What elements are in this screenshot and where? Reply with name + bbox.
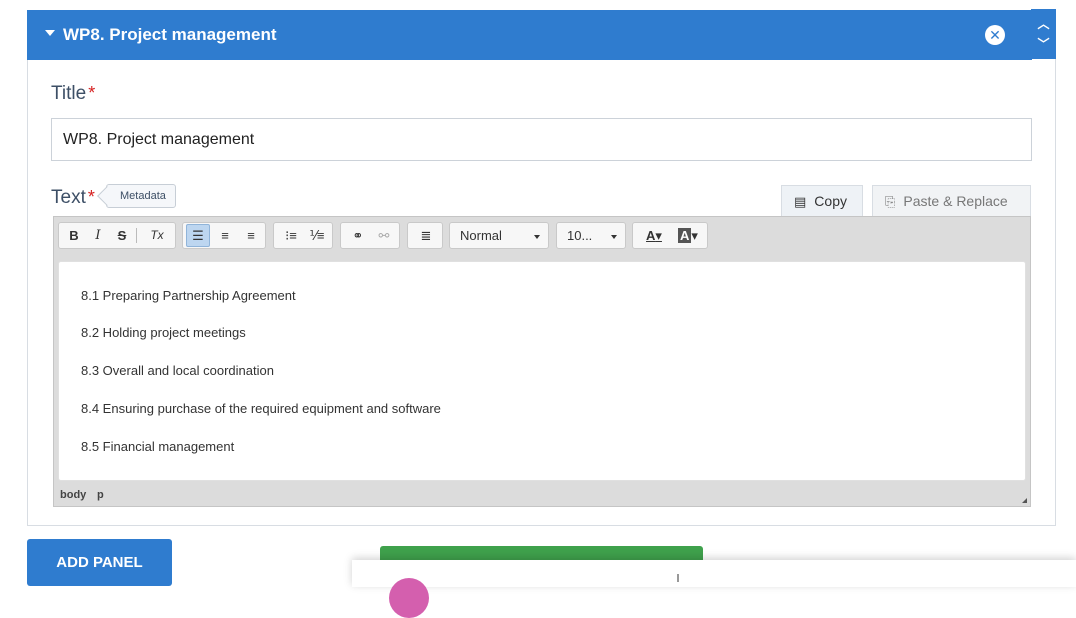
align-right-button[interactable]: ≡ <box>240 223 262 248</box>
notification-popup <box>352 560 1076 618</box>
list-group: ⁝≡ ⅟≡ <box>273 222 333 249</box>
link-group: ⚭ ⚯ <box>340 222 400 249</box>
toast-divider <box>677 574 679 582</box>
metadata-tag[interactable]: Metadata <box>106 184 176 208</box>
rich-text-editor: B I S Tx ☰ ≡ ≡ ⁝≡ ⅟≡ ⚭ ⚯ ≣ Normal 10... … <box>53 216 1031 507</box>
reorder-control: ︿ ﹀ <box>1031 9 1056 59</box>
editor-status-bar: body p <box>54 484 1030 506</box>
bg-color-glyph: A <box>678 228 692 243</box>
paste-label: Paste & Replace <box>903 193 1008 209</box>
chevron-up-icon[interactable]: ︿ <box>1031 15 1056 32</box>
dropdown-arrow-icon <box>611 235 617 239</box>
title-label: Title * <box>51 83 95 105</box>
toolbar-separator <box>136 228 137 243</box>
bulleted-list-button[interactable]: ⁝≡ <box>280 223 302 248</box>
horizontal-rule-button[interactable]: ≣ <box>415 223 437 248</box>
title-input[interactable]: WP8. Project management <box>51 118 1032 161</box>
required-mark: * <box>87 187 95 207</box>
align-center-button[interactable]: ≡ <box>214 223 236 248</box>
text-label-text: Text <box>51 187 86 208</box>
unlink-icon[interactable]: ⚯ <box>373 223 395 248</box>
required-mark: * <box>88 83 96 103</box>
paste-replace-button[interactable]: ⎘ Paste & Replace <box>872 185 1031 217</box>
paragraph[interactable]: 8.5 Financial management <box>81 439 234 454</box>
italic-button[interactable]: I <box>89 223 107 248</box>
align-left-button[interactable]: ☰ <box>186 224 210 247</box>
wp-panel: WP8. Project management ✕ Title * WP8. Pr… <box>27 10 1056 526</box>
avatar <box>389 578 429 618</box>
copy-label: Copy <box>814 193 847 209</box>
element-path-body[interactable]: body <box>60 489 86 501</box>
hr-group: ≣ <box>407 222 443 249</box>
color-group: A▾ A ▾ <box>632 222 708 249</box>
background-color-button[interactable]: A ▾ <box>673 223 703 248</box>
paragraph[interactable]: 8.2 Holding project meetings <box>81 325 246 340</box>
element-path-p[interactable]: p <box>97 489 104 501</box>
clear-format-button[interactable]: Tx <box>145 223 169 248</box>
paste-icon: ⎘ <box>885 194 896 209</box>
numbered-list-button[interactable]: ⅟≡ <box>306 223 328 248</box>
text-label: Text * <box>51 187 95 209</box>
close-circle-icon[interactable]: ✕ <box>985 25 1005 45</box>
font-size-value: 10... <box>567 228 593 243</box>
chevron-down-icon[interactable]: ﹀ <box>1031 35 1056 52</box>
paragraph[interactable]: 8.4 Ensuring purchase of the required eq… <box>81 401 441 416</box>
strikethrough-button[interactable]: S <box>113 223 131 248</box>
font-size-dropdown[interactable]: 10... <box>556 222 626 249</box>
align-group: ☰ ≡ ≡ <box>182 222 266 249</box>
panel-header[interactable]: WP8. Project management ✕ <box>27 10 1032 60</box>
text-color-button[interactable]: A▾ <box>639 223 669 248</box>
bold-button[interactable]: B <box>65 223 83 248</box>
editor-content[interactable]: 8.1 Preparing Partnership Agreement 8.2 … <box>58 261 1026 481</box>
format-dropdown[interactable]: Normal <box>449 222 549 249</box>
copy-icon: ▤ <box>794 194 807 209</box>
dropdown-arrow-icon <box>534 235 540 239</box>
paragraph[interactable]: 8.1 Preparing Partnership Agreement <box>81 288 296 303</box>
panel-title: WP8. Project management <box>63 25 277 44</box>
copy-button[interactable]: ▤ Copy <box>781 185 863 217</box>
resize-handle[interactable] <box>1022 498 1027 503</box>
collapse-caret-icon[interactable] <box>45 30 55 36</box>
editor-toolbar: B I S Tx ☰ ≡ ≡ ⁝≡ ⅟≡ ⚭ ⚯ ≣ Normal 10... … <box>54 217 1030 257</box>
title-label-text: Title <box>51 83 87 104</box>
link-icon[interactable]: ⚭ <box>347 223 369 248</box>
text-color-glyph: A <box>646 228 656 243</box>
basic-styles-group: B I S Tx <box>58 222 176 249</box>
add-panel-button[interactable]: ADD PANEL <box>27 539 172 586</box>
format-value: Normal <box>460 228 502 243</box>
paragraph[interactable]: 8.3 Overall and local coordination <box>81 363 274 378</box>
